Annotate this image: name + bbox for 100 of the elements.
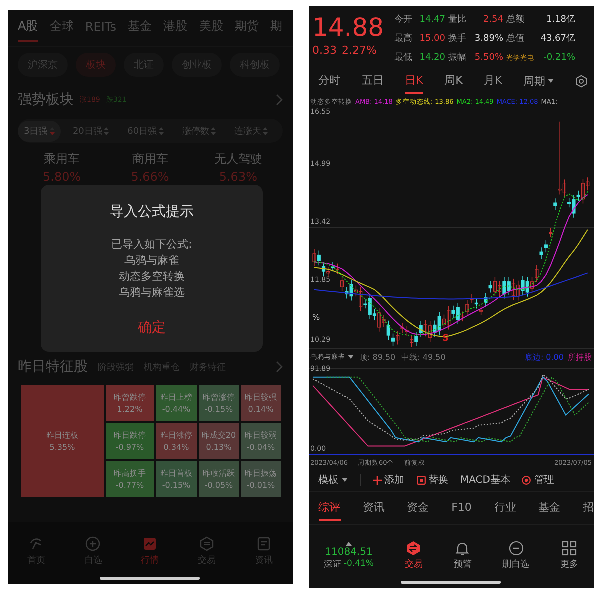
treemap-tile[interactable]: 昨成交20 0.13% <box>198 422 240 460</box>
info-tab[interactable]: 行业 <box>494 495 516 521</box>
tile-label: 昨日较强 <box>245 392 277 403</box>
period-tab[interactable]: 日K <box>405 68 424 94</box>
sector-name: 乘用车 <box>44 151 80 168</box>
stat-value: -0.21% <box>542 52 576 64</box>
sort-filter[interactable]: 3日强 <box>18 120 61 142</box>
tile-change: -0.05% <box>204 481 234 490</box>
hexagon-icon <box>406 541 422 556</box>
market-tab[interactable]: 基金 <box>128 14 152 42</box>
chart-icon <box>142 536 158 552</box>
stat-value: 3.89% <box>474 32 504 45</box>
toolbar-button[interactable]: 添加 <box>372 473 404 487</box>
indicator-value: 所持股 <box>568 352 592 362</box>
tile-label: 昨日振荡 <box>245 468 277 479</box>
info-tab[interactable]: 资讯 <box>362 495 385 521</box>
info-tab[interactable]: 综评 <box>318 495 340 521</box>
stat-value: 14.20 <box>418 52 446 64</box>
treemap-tile[interactable]: 昨日较强 0.14% <box>240 384 282 422</box>
action-button[interactable]: 更多 <box>560 541 579 571</box>
treemap-tile[interactable]: 昨日首板 -0.15% <box>155 460 198 498</box>
tile-label: 昨日上榜 <box>160 392 192 403</box>
treemap-tile[interactable]: 昨日较弱 -0.04% <box>240 422 282 460</box>
action-button[interactable]: 预警 <box>454 541 472 571</box>
market-tab[interactable]: REITs <box>85 16 116 40</box>
period-tab[interactable]: 分时 <box>318 68 340 94</box>
tile-change: 0.34% <box>164 443 190 452</box>
treemap-tile[interactable]: 昨高换手 -0.77% <box>105 460 155 498</box>
market-tab[interactable]: 全球 <box>50 14 74 42</box>
market-tab[interactable]: 港股 <box>164 14 188 42</box>
market-tab[interactable]: A股 <box>18 14 38 42</box>
caret-icon <box>548 79 554 83</box>
info-tab[interactable]: 基金 <box>538 495 561 521</box>
nav-tab[interactable]: 行情 <box>141 536 160 567</box>
tile-label: 昨日连板 <box>46 430 78 441</box>
stat-label: 总值 <box>506 32 526 45</box>
toolbar-button[interactable]: 替换 <box>416 473 448 487</box>
up-arrow-icon <box>346 542 352 546</box>
stat-value: 1.18亿 <box>545 14 576 26</box>
price-change: 0.33 <box>312 44 337 57</box>
caret-icon <box>348 355 354 359</box>
indicator-value: 顶: 89.50 <box>360 352 396 362</box>
toolbar-button[interactable]: 管理 <box>522 473 554 487</box>
document-icon <box>256 536 272 552</box>
treemap-tile[interactable]: 昨曾跌停 1.22% <box>105 384 155 422</box>
tile-label: 昨日首板 <box>160 468 192 479</box>
tile-change: -0.97% <box>116 443 144 452</box>
confirm-button[interactable]: 确定 <box>130 317 174 339</box>
info-tab[interactable]: 资金 <box>407 495 430 521</box>
market-tab[interactable]: 期货 <box>234 14 259 42</box>
action-button[interactable]: 删自选 <box>502 541 530 571</box>
template-dropdown[interactable]: 模板 <box>318 473 348 487</box>
tile-label: 昨曾涨停 <box>203 392 235 403</box>
info-tab[interactable]: 招 <box>582 495 594 521</box>
sort-icon <box>211 126 216 136</box>
segment-tab[interactable]: 板块 <box>76 53 116 77</box>
tile-label: 昨日跌停 <box>114 430 146 441</box>
tile-change: -0.15% <box>162 481 191 490</box>
market-tab[interactable]: 期 <box>270 14 282 42</box>
treemap-tile[interactable]: 昨日连板 5.35% <box>20 384 105 498</box>
treemap-tile[interactable]: 昨收活跃 -0.05% <box>198 460 240 498</box>
period-tab[interactable]: 五日 <box>362 68 384 94</box>
stat-label: 最低 <box>394 52 414 64</box>
section-title: 昨日特征股 <box>18 358 88 376</box>
stat-value: 15.00 <box>418 32 446 45</box>
sector-name: 无人驾驶 <box>214 151 262 168</box>
treemap-tile[interactable]: 昨日涨停 0.34% <box>155 422 198 460</box>
period-tab[interactable]: 月K <box>484 68 502 94</box>
stat-label: 量比 <box>448 14 468 26</box>
treemap-tile[interactable]: 昨日上榜 -0.44% <box>155 384 198 422</box>
toolbar-button[interactable]: MACD基本 <box>460 473 510 487</box>
indicator-value: 中线: 49.50 <box>402 352 446 362</box>
caret-icon <box>342 478 348 482</box>
stat-value: 2.54 <box>482 14 504 26</box>
treemap-tile[interactable]: 昨曾涨停 -0.15% <box>198 384 240 422</box>
chevron-right-icon <box>274 94 282 106</box>
period-tab[interactable]: 周K <box>444 68 463 94</box>
info-tab[interactable]: F10 <box>452 496 472 520</box>
percent-change: 2.27% <box>342 44 377 57</box>
sort-icon <box>263 126 268 136</box>
tile-change: -0.15% <box>204 405 234 414</box>
sector-change: 5.63% <box>219 170 258 184</box>
tile-change: 0.13% <box>206 443 232 452</box>
tile-change: -0.44% <box>162 405 191 414</box>
period-dropdown[interactable]: 周期 <box>524 74 554 88</box>
index-value: 11084.51 <box>325 547 373 558</box>
percent-mark: % <box>312 313 320 322</box>
minus-circle-icon <box>508 541 524 556</box>
section-title: 强势板块 <box>18 91 74 109</box>
action-button[interactable]: 交易 <box>404 541 423 571</box>
treemap-tile[interactable]: 昨日振荡 -0.01% <box>240 460 282 498</box>
sector-change: 5.80% <box>43 170 82 184</box>
market-tab[interactable]: 美股 <box>199 14 224 42</box>
stat-label: 今开 <box>394 14 414 26</box>
tile-change: 0.14% <box>248 405 274 414</box>
tile-change: 5.35% <box>50 443 76 452</box>
index-change: -0.41% <box>344 559 374 571</box>
tile-change: 1.22% <box>117 405 143 414</box>
treemap-tile[interactable]: 昨日跌停 -0.97% <box>105 422 155 460</box>
plus-circle-icon <box>85 536 102 552</box>
